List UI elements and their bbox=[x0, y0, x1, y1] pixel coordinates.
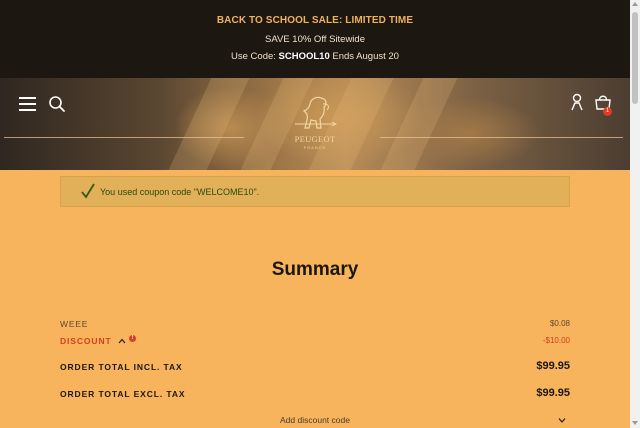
discount-label[interactable]: DISCOUNT bbox=[60, 336, 112, 346]
coupon-message-text: You used coupon code "WELCOME10". bbox=[100, 187, 260, 197]
scrollbar-thumb[interactable] bbox=[632, 12, 638, 104]
hero-stripe bbox=[168, 78, 250, 170]
coupon-success-message: You used coupon code "WELCOME10". bbox=[60, 176, 570, 207]
header-divider-right bbox=[380, 137, 623, 138]
checkmark-icon bbox=[81, 183, 95, 199]
order-total-excl-label: ORDER TOTAL EXCL. TAX bbox=[60, 389, 186, 399]
order-total-incl-value: $99.95 bbox=[536, 360, 570, 372]
hero-stripe bbox=[380, 78, 458, 170]
chevron-down-icon[interactable] bbox=[558, 417, 566, 423]
discount-info-badge: ! bbox=[129, 335, 136, 342]
add-discount-code-label[interactable]: Add discount code bbox=[60, 415, 570, 425]
weee-label: WEEE bbox=[60, 319, 89, 329]
promo-title: BACK TO SCHOOL SALE: LIMITED TIME bbox=[216, 15, 414, 26]
scroll-down-arrow-icon[interactable] bbox=[632, 421, 638, 425]
cart-count-badge: 1 bbox=[603, 107, 612, 116]
chevron-up-icon[interactable] bbox=[118, 338, 126, 344]
page-scrollbar[interactable] bbox=[630, 0, 640, 428]
discount-value: -$10.00 bbox=[542, 336, 570, 345]
account-icon[interactable] bbox=[569, 93, 585, 111]
peugeot-logo[interactable]: PEUGEOT FRANCE bbox=[283, 94, 347, 158]
menu-icon[interactable] bbox=[19, 97, 36, 111]
site-header: PEUGEOT FRANCE 1 bbox=[0, 78, 630, 170]
promo-code-prefix: Use Code: bbox=[231, 51, 279, 62]
search-icon[interactable] bbox=[48, 95, 66, 113]
promo-offer: SAVE 10% Off Sitewide bbox=[265, 34, 365, 45]
order-total-excl-value: $99.95 bbox=[536, 387, 570, 399]
scroll-up-arrow-icon[interactable] bbox=[632, 2, 638, 6]
promo-code: SCHOOL10 bbox=[278, 51, 330, 62]
promo-code-suffix: Ends August 20 bbox=[329, 51, 399, 62]
summary-heading: Summary bbox=[271, 259, 359, 280]
promo-code-line: Use Code: SCHOOL10 Ends August 20 bbox=[0, 51, 630, 62]
add-discount-code-toggle[interactable]: Add discount code bbox=[60, 415, 570, 427]
weee-value: $0.08 bbox=[549, 319, 570, 328]
promo-banner: BACK TO SCHOOL SALE: LIMITED TIME SAVE 1… bbox=[0, 0, 630, 78]
logo-wordmark: PEUGEOT bbox=[294, 134, 336, 144]
order-total-incl-label: ORDER TOTAL INCL. TAX bbox=[60, 362, 183, 372]
logo-subtitle: FRANCE bbox=[303, 145, 327, 150]
header-divider-left bbox=[4, 137, 244, 138]
lion-emblem-icon bbox=[295, 96, 338, 129]
